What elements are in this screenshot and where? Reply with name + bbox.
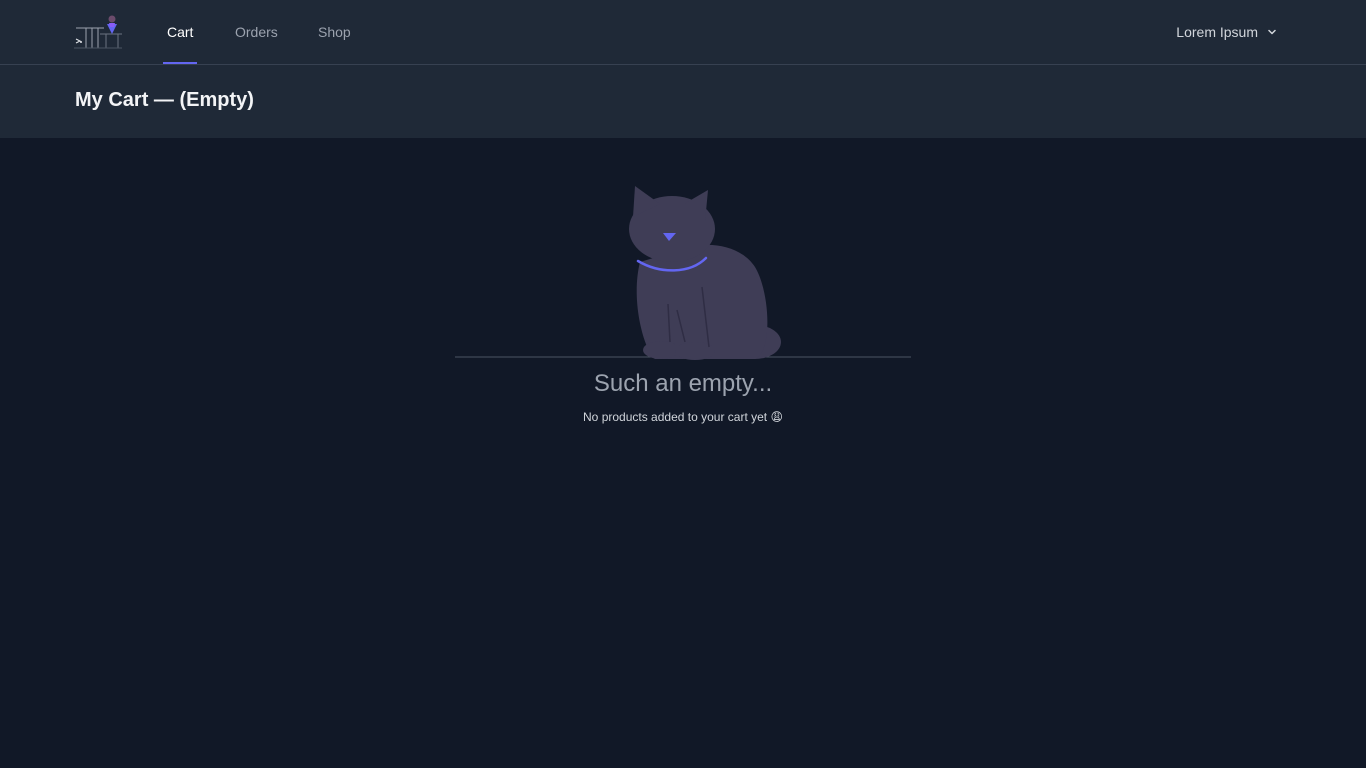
empty-state-title: Such an empty... xyxy=(593,370,773,397)
top-navbar: Cart Orders Shop Lorem Ipsum xyxy=(0,0,1366,65)
tab-cart-label: Cart xyxy=(167,24,194,40)
empty-state-subtitle: No products added to your cart yet 😩 xyxy=(583,410,783,424)
user-name: Lorem Ipsum xyxy=(1176,24,1258,40)
page-header: My Cart — (Empty) xyxy=(0,65,1366,138)
tab-orders[interactable]: Orders xyxy=(235,0,278,64)
brand-logo[interactable] xyxy=(74,14,124,50)
tab-shop-label: Shop xyxy=(318,24,351,40)
user-menu[interactable]: Lorem Ipsum xyxy=(1176,0,1278,64)
chevron-down-icon xyxy=(1268,29,1276,35)
tab-shop[interactable]: Shop xyxy=(318,0,351,64)
empty-cart-state: Such an empty... No products added to yo… xyxy=(0,138,1366,768)
page-title: My Cart — (Empty) xyxy=(75,89,254,111)
tab-orders-label: Orders xyxy=(235,24,278,40)
tab-cart[interactable]: Cart xyxy=(162,0,198,64)
logo-icon xyxy=(74,15,122,49)
cat-icon xyxy=(455,186,911,360)
